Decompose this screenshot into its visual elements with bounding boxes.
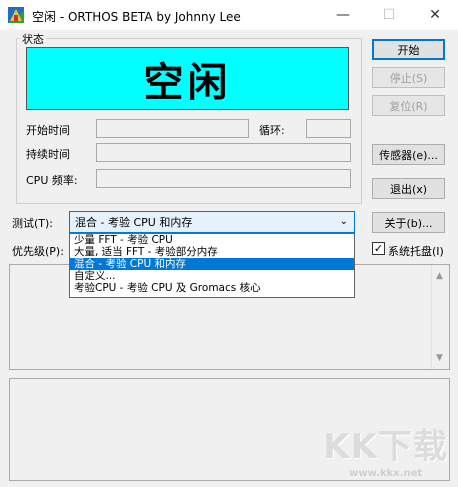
start-time-field (96, 119, 249, 138)
watermark-url: www.kkx.net (349, 468, 423, 479)
test-option[interactable]: 自定义... (70, 270, 354, 282)
cpu-freq-label: CPU 频率: (26, 174, 78, 187)
loop-label: 循环: (259, 124, 285, 137)
test-option[interactable]: 大量, 适当 FFT - 考验部分内存 (70, 246, 354, 258)
tray-checkbox[interactable]: ✓ (372, 242, 385, 255)
test-option[interactable]: 少量 FFT - 考验 CPU (70, 234, 354, 246)
loop-field (306, 119, 351, 138)
watermark-text: KK下载 (323, 427, 448, 467)
test-select[interactable]: 混合 - 考验 CPU 和内存 ⌄ (69, 211, 355, 233)
test-label: 测试(T): (12, 217, 54, 230)
about-button[interactable]: 关于(b)... (372, 212, 445, 233)
test-option-highlighted[interactable]: 混合 - 考验 CPU 和内存 (70, 258, 354, 270)
orthos-app-icon (8, 7, 24, 23)
exit-button[interactable]: 退出(x) (372, 178, 445, 199)
scroll-up-icon[interactable]: ▲ (436, 271, 443, 281)
log-panel-1-scrollbar[interactable]: ▲ ▼ (431, 265, 449, 369)
start-time-label: 开始时间 (26, 124, 70, 137)
cpu-freq-field (96, 169, 351, 188)
maximize-icon: ☐ (382, 7, 396, 23)
reset-button[interactable]: 复位(R) (372, 95, 445, 116)
maximize-button[interactable]: ☐ (366, 0, 412, 30)
sensor-button[interactable]: 传感器(e)... (372, 144, 445, 165)
status-display: 空闲 (26, 47, 349, 110)
priority-label: 优先级(P): (12, 245, 64, 258)
duration-field (96, 143, 351, 162)
window-title: 空闲 - ORTHOS BETA by Johnny Lee (32, 10, 241, 24)
tray-label: 系统托盘(I) (388, 245, 444, 258)
scroll-down-icon[interactable]: ▼ (436, 353, 443, 363)
test-option[interactable]: 考验CPU - 考验 CPU 及 Gromacs 核心 (70, 282, 354, 294)
duration-label: 持续时间 (26, 148, 70, 161)
minimize-icon: — (336, 7, 350, 23)
status-group-legend: 状态 (20, 31, 46, 47)
close-icon: ✕ (429, 7, 441, 23)
minimize-button[interactable]: — (320, 0, 366, 30)
watermark: KK下载 www.kkx.net (323, 419, 448, 479)
start-button[interactable]: 开始 (372, 39, 445, 60)
chevron-down-icon: ⌄ (339, 216, 348, 227)
close-button[interactable]: ✕ (412, 0, 458, 30)
test-selected-value: 混合 - 考验 CPU 和内存 (75, 216, 193, 229)
title-bar: 空闲 - ORTHOS BETA by Johnny Lee — ☐ ✕ (0, 0, 458, 30)
stop-button[interactable]: 停止(S) (372, 67, 445, 88)
status-text: 空闲 (143, 58, 232, 106)
test-dropdown-list: 少量 FFT - 考验 CPU 大量, 适当 FFT - 考验部分内存 混合 -… (69, 233, 355, 298)
